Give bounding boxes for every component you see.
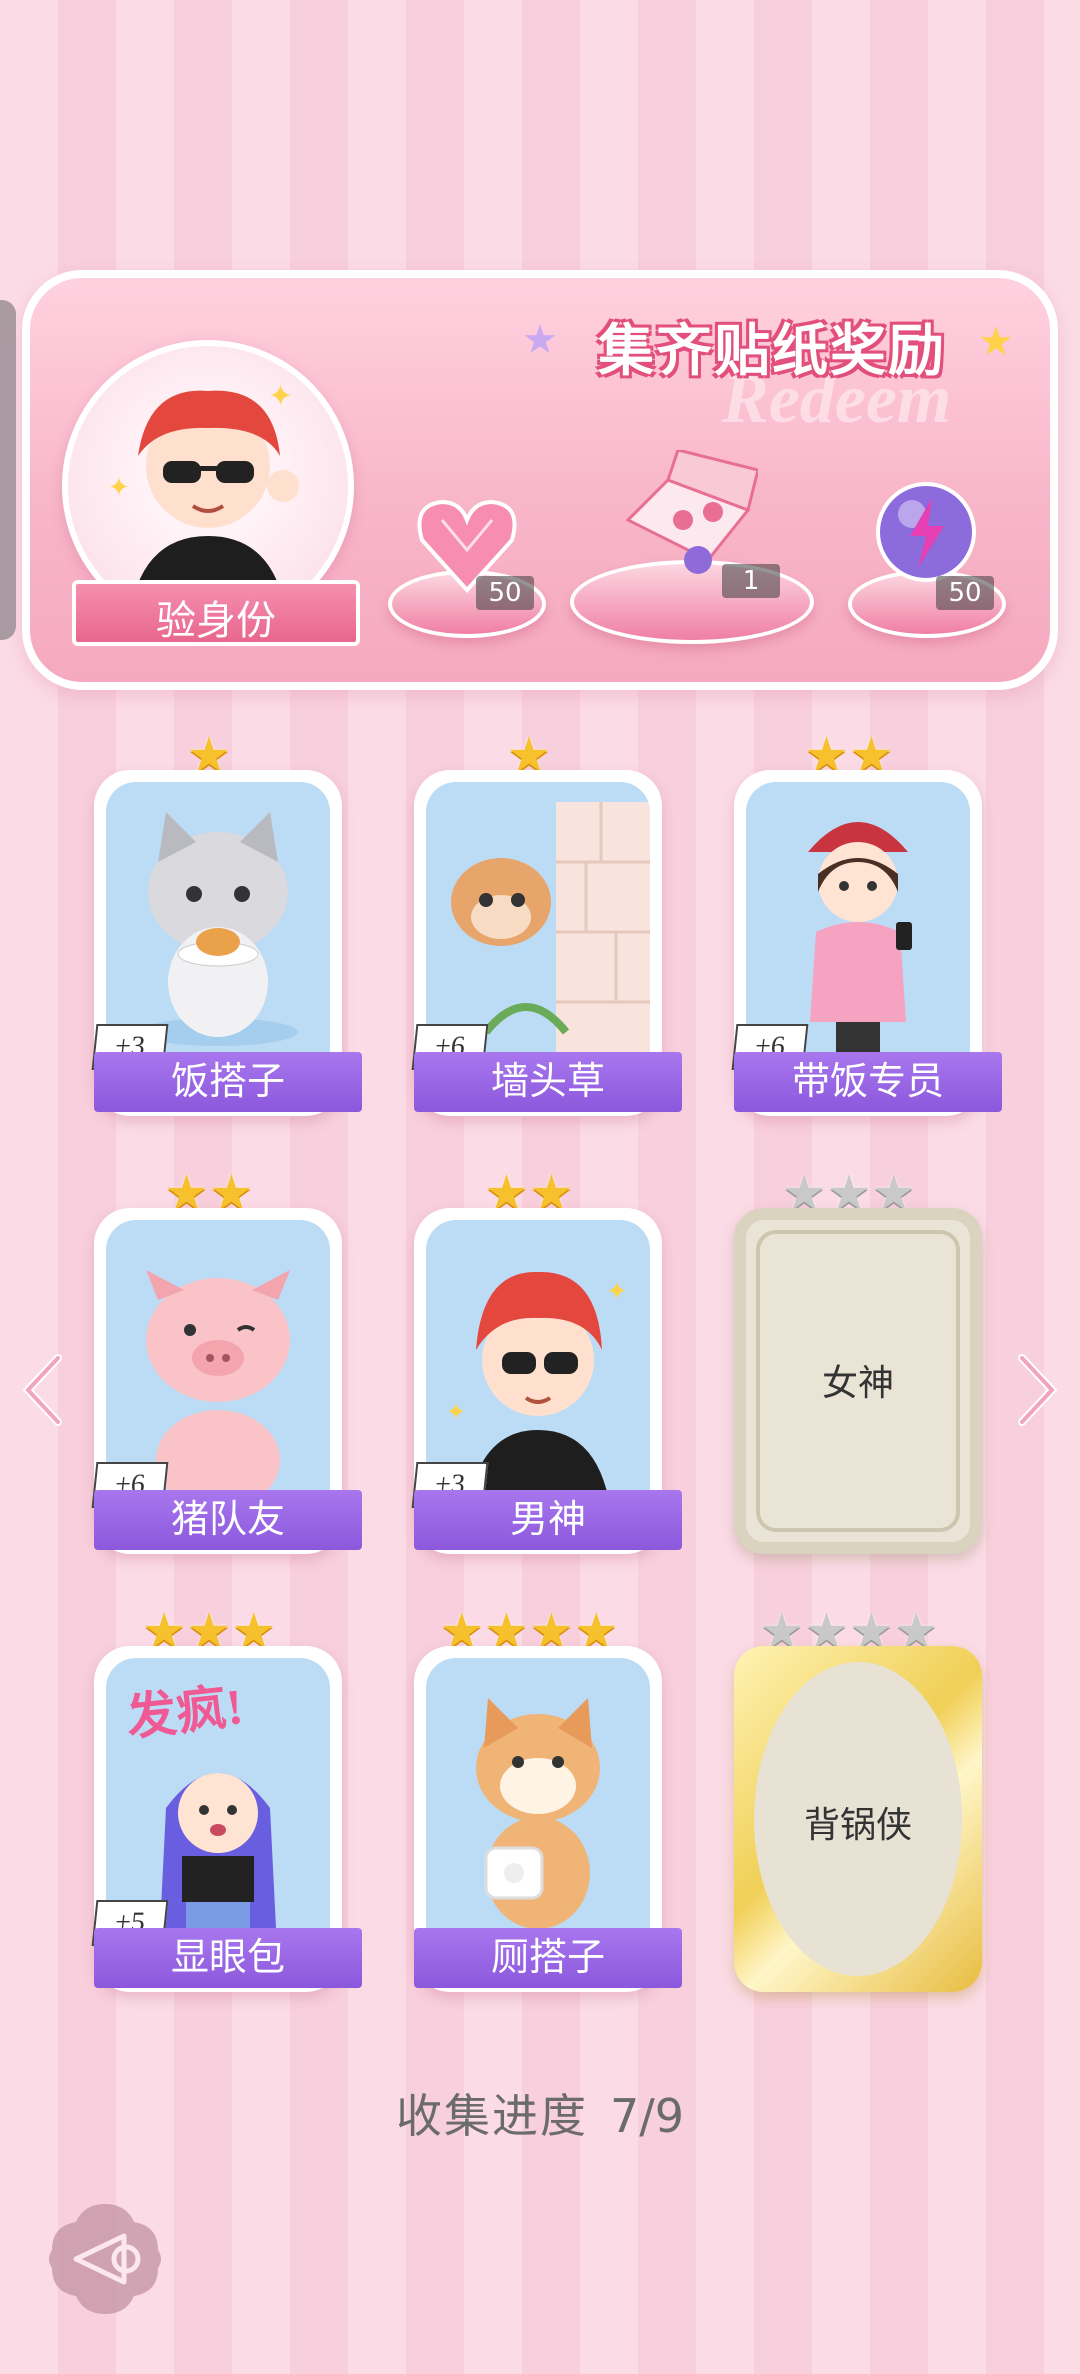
reward-count: 50 bbox=[936, 576, 994, 610]
reward-banner: Redeem ★ 集齐贴纸奖励 ★ ✦ ✦ 验身份 50 1 50 bbox=[22, 270, 1058, 690]
edge-handle[interactable] bbox=[0, 300, 16, 640]
svg-text:✦: ✦ bbox=[446, 1398, 466, 1426]
shiba-with-toilet-paper-icon bbox=[426, 1658, 650, 1958]
back-button[interactable] bbox=[46, 2200, 164, 2318]
verify-identity-button[interactable]: 验身份 bbox=[62, 570, 362, 646]
card-name: 男神 bbox=[414, 1490, 682, 1550]
sticker-card-locked[interactable]: ★★★★ 背锅侠 bbox=[714, 1606, 984, 1996]
sticker-card[interactable]: ★★★★ 厕搭子 bbox=[394, 1606, 682, 1996]
reward-count: 50 bbox=[476, 576, 534, 610]
gift-box-icon bbox=[618, 448, 760, 580]
banner-title: ★ 集齐贴纸奖励 ★ bbox=[522, 317, 1014, 383]
collection-progress: 收集进度 7/9 bbox=[0, 2080, 1080, 2146]
sticker-card[interactable]: ★★ +6 带饭专员 bbox=[714, 730, 1002, 1120]
card-name: 显眼包 bbox=[94, 1928, 362, 1988]
card-name: 女神 bbox=[821, 1363, 894, 1403]
card-name: 饭搭子 bbox=[94, 1052, 362, 1112]
svg-text:✦: ✦ bbox=[268, 379, 293, 414]
sticker-card[interactable]: ★★ +6 猪队友 bbox=[74, 1168, 362, 1558]
sticker-card[interactable]: ★ +3 饭搭子 bbox=[74, 730, 362, 1120]
card-name: 猪队友 bbox=[94, 1490, 362, 1550]
sticker-card-locked[interactable]: ★★★ 女神 bbox=[714, 1168, 984, 1558]
card-name: 墙头草 bbox=[414, 1052, 682, 1112]
svg-text:✦: ✦ bbox=[606, 1277, 628, 1307]
star-icon: ★ bbox=[978, 319, 1014, 365]
chevron-left-icon[interactable] bbox=[18, 1350, 68, 1430]
chevron-right-icon[interactable] bbox=[1012, 1350, 1062, 1430]
svg-text:✦: ✦ bbox=[108, 473, 130, 503]
sticker-card[interactable]: ★★ ✦ ✦ +3 男神 bbox=[394, 1168, 682, 1558]
progress-value: 7/9 bbox=[609, 2089, 685, 2143]
card-name: 背锅侠 bbox=[803, 1805, 912, 1845]
purple-lightning-orb-icon bbox=[874, 480, 978, 584]
star-icon: ★ bbox=[522, 317, 558, 363]
reward-count: 1 bbox=[722, 564, 780, 598]
sticker-card[interactable]: ★ +6 墙头草 bbox=[394, 730, 682, 1120]
progress-label: 收集进度 bbox=[395, 2089, 588, 2143]
card-name: 厕搭子 bbox=[414, 1928, 682, 1988]
card-name: 带饭专员 bbox=[734, 1052, 1002, 1112]
sticker-card[interactable]: ★★★ 发疯! +5 显眼包 bbox=[74, 1606, 362, 1996]
back-arrow-icon bbox=[49, 2204, 161, 2314]
